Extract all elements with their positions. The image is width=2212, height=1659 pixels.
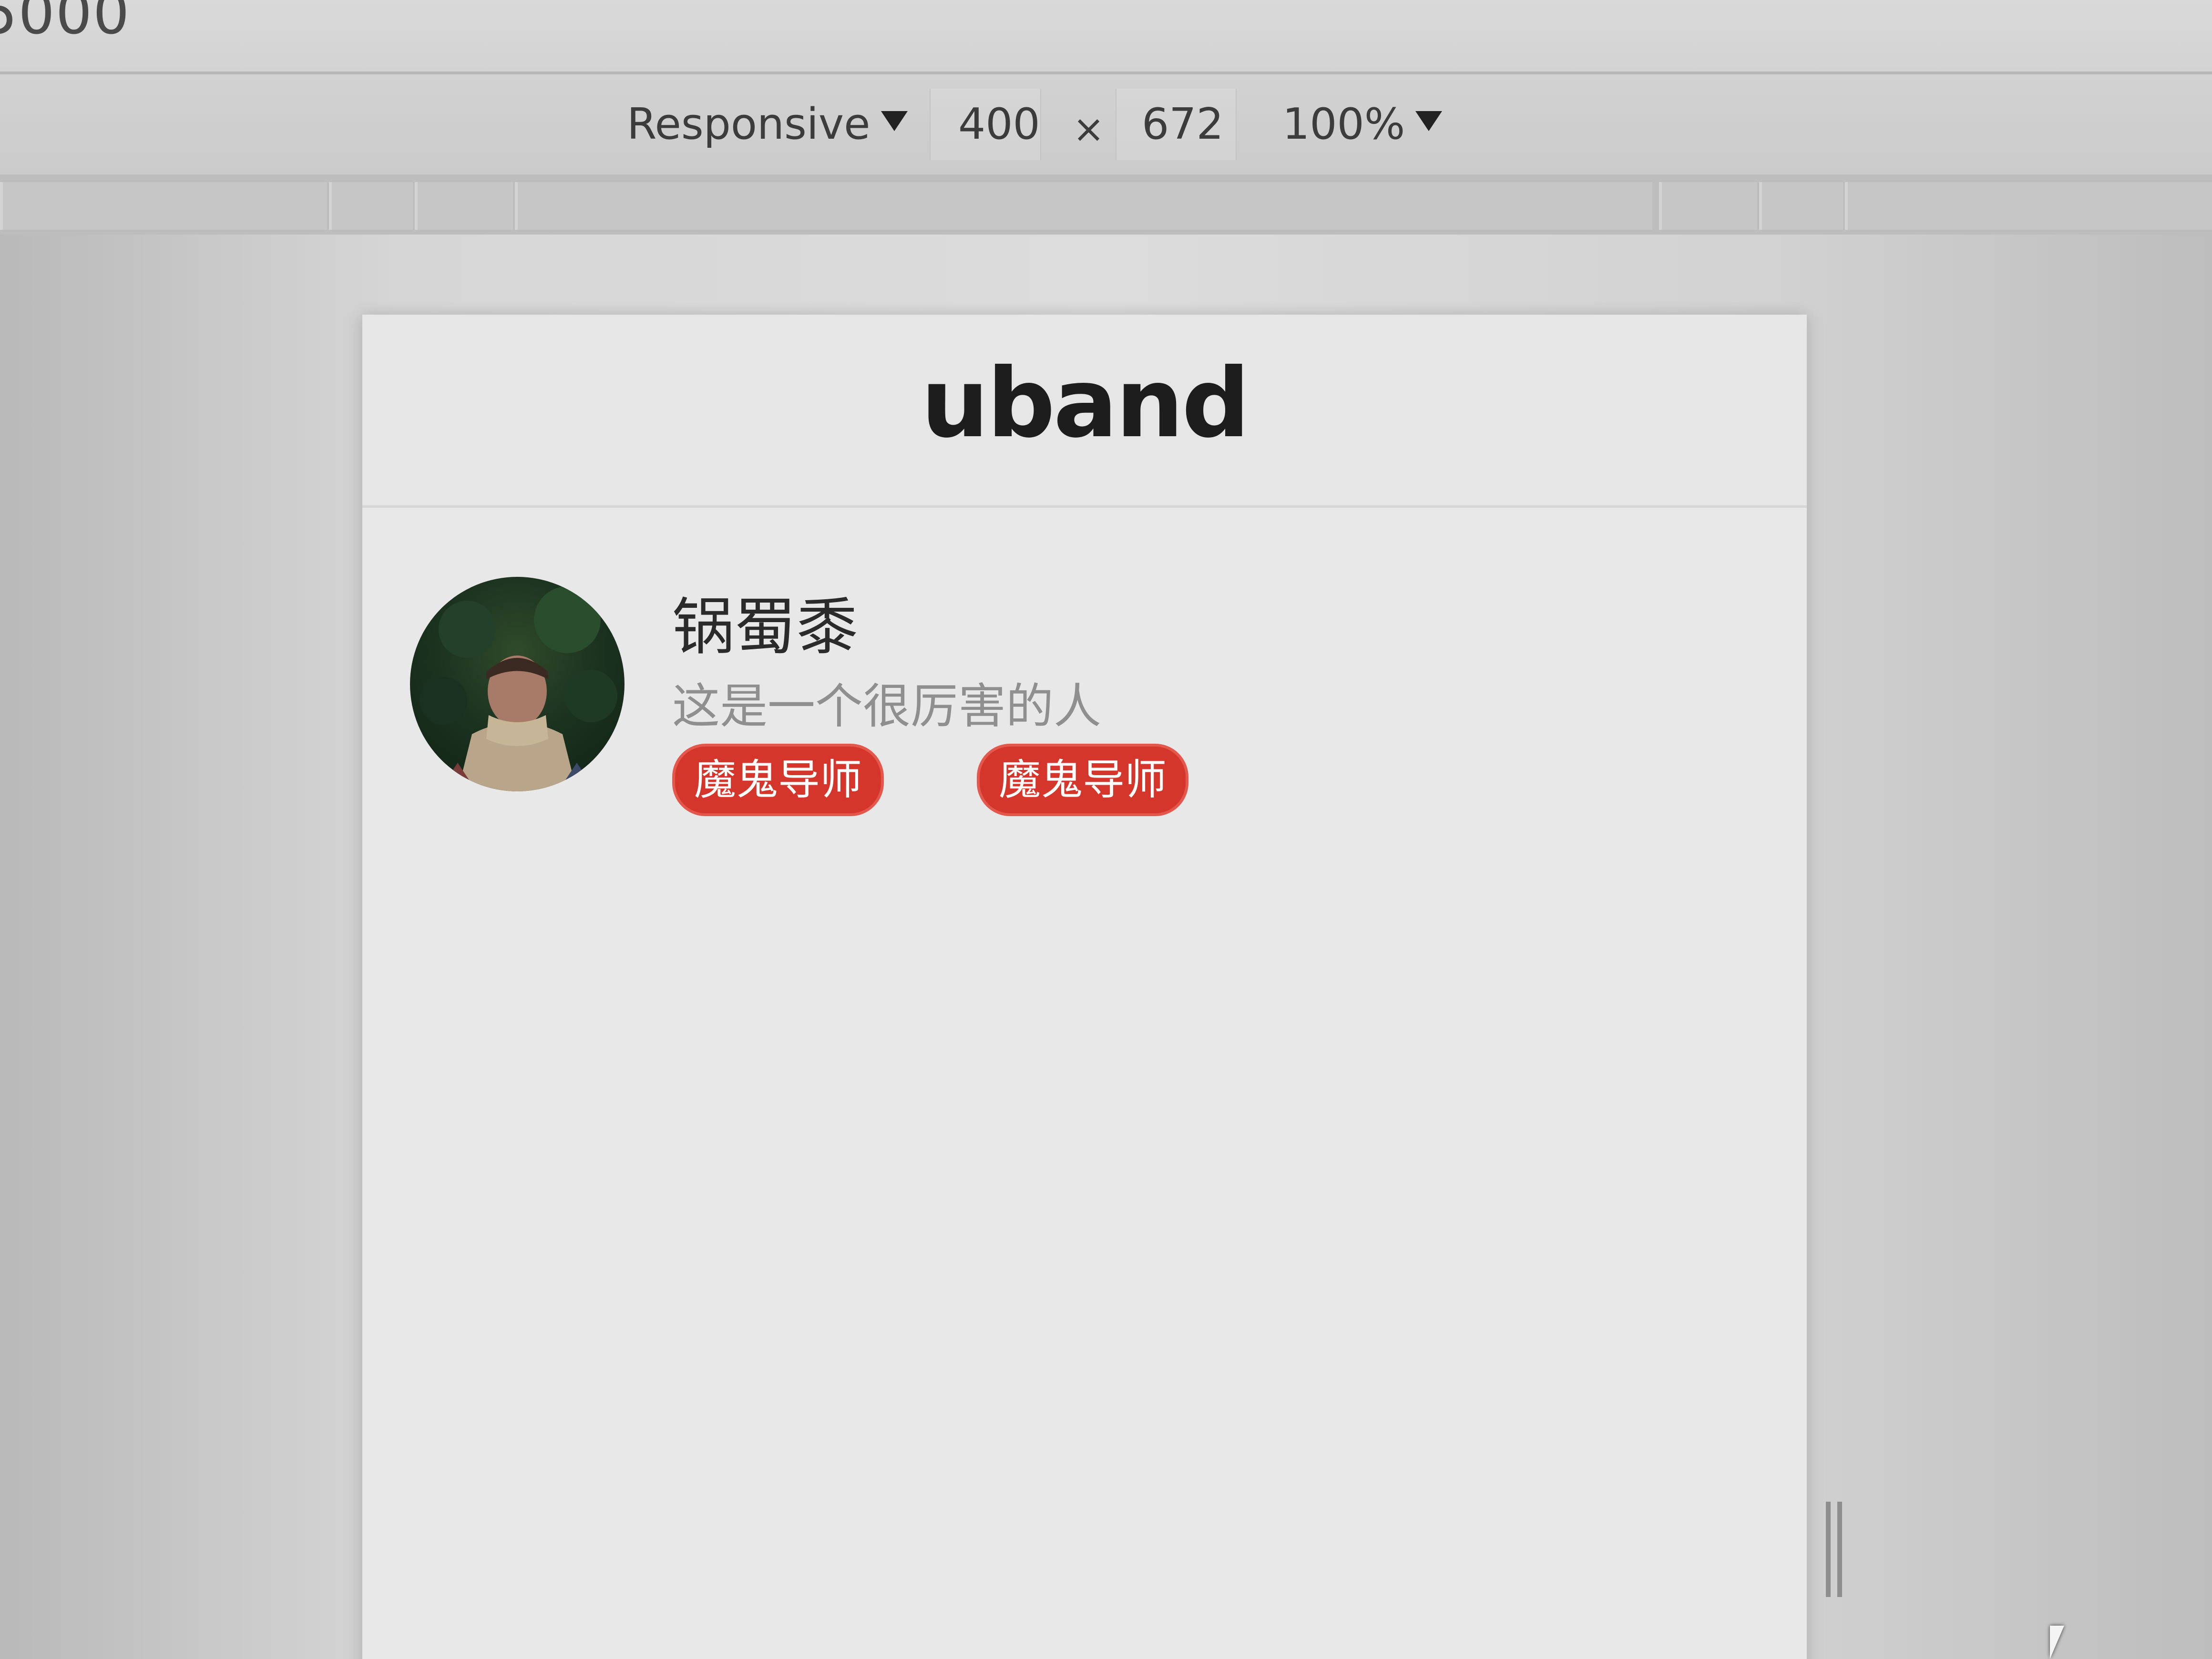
caret-down-icon: [1415, 111, 1443, 131]
height-input[interactable]: 672: [1142, 98, 1224, 151]
avatar-photo-icon: [420, 586, 617, 791]
media-query-segment[interactable]: [329, 182, 413, 230]
width-input[interactable]: 400: [958, 98, 1040, 151]
profile-bio: 这是一个很厉害的人: [672, 678, 1101, 734]
device-viewport: uband 锅蜀黍 这是一个很厉害的人 魔鬼导师 魔鬼导师: [362, 315, 1807, 1659]
device-mode-label: Responsive: [627, 99, 870, 149]
mouse-cursor-icon: [2050, 1626, 2064, 1659]
caret-down-icon: [881, 111, 908, 131]
uband-logo: uband: [921, 348, 1250, 459]
media-query-segment[interactable]: [415, 182, 513, 230]
dimension-separator: ×: [1073, 107, 1105, 151]
ruler-partial-text: 5000: [0, 0, 131, 47]
media-query-segment[interactable]: [1659, 182, 1757, 230]
handle-bar: [1826, 1502, 1831, 1597]
top-ruler-strip: 5000: [0, 0, 2212, 74]
profile-name: 锅蜀黍: [672, 591, 859, 663]
app-header: uband: [362, 315, 1807, 508]
media-query-segment[interactable]: [1845, 182, 2212, 230]
browser-screen: 5000 Responsive 400 × 672 100% uband: [0, 0, 2212, 1659]
device-toolbar: Responsive 400 × 672 100%: [0, 74, 2212, 177]
badge-list: 魔鬼导师 魔鬼导师: [672, 744, 1279, 816]
handle-bar: [1837, 1502, 1842, 1597]
media-query-segment[interactable]: [515, 182, 1652, 230]
avatar[interactable]: [410, 577, 625, 791]
media-query-segment[interactable]: [1759, 182, 1843, 230]
role-badge: 魔鬼导师: [977, 744, 1189, 816]
viewport-resize-handle[interactable]: [1826, 1502, 1845, 1597]
device-mode-dropdown[interactable]: Responsive: [627, 98, 908, 151]
zoom-dropdown[interactable]: 100%: [1282, 98, 1443, 151]
profile-card[interactable]: 锅蜀黍 这是一个很厉害的人 魔鬼导师 魔鬼导师: [410, 577, 1745, 825]
role-badge: 魔鬼导师: [672, 744, 884, 816]
zoom-label: 100%: [1282, 99, 1405, 149]
media-query-bar: [0, 177, 2212, 235]
media-query-segment[interactable]: [0, 182, 327, 230]
